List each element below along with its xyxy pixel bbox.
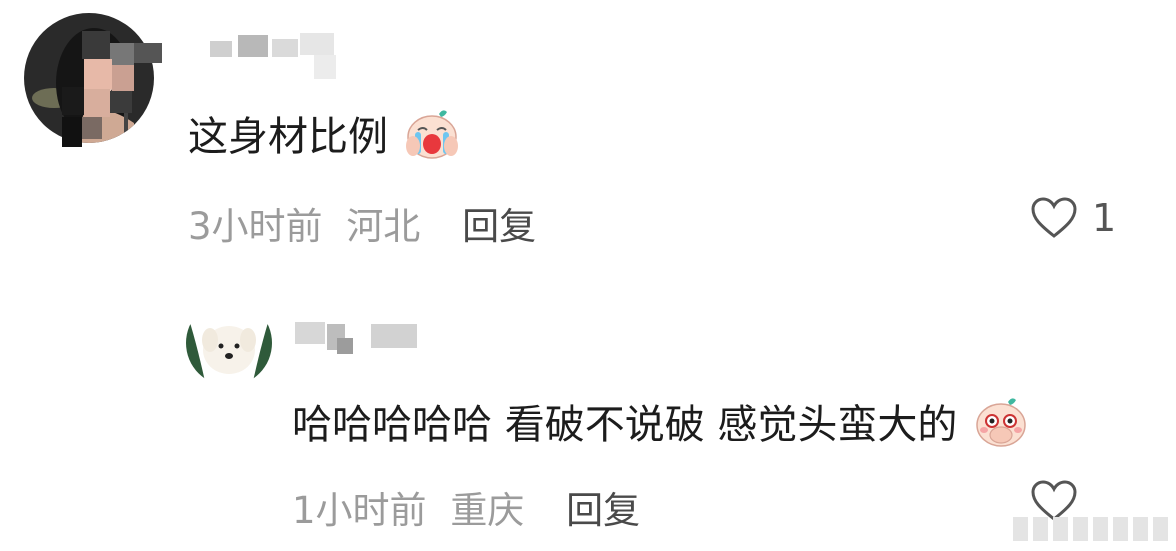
crying-laughing-peach-emoji [405, 108, 459, 170]
heart-outline-icon [1031, 197, 1077, 238]
username-blurred[interactable] [295, 312, 425, 362]
comment-text[interactable]: 哈哈哈哈哈 看破不说破 感觉头蛮大的 [292, 392, 1028, 458]
like-button[interactable] [1030, 480, 1092, 522]
username-blurred[interactable] [210, 33, 340, 83]
avatar[interactable] [186, 300, 272, 386]
comment-time: 1小时前 [292, 489, 427, 532]
face-mosaic [62, 25, 167, 147]
comment-location: 重庆 [450, 489, 525, 532]
comment-meta: 1小时前 重庆 回复 [292, 480, 640, 534]
comment-location: 河北 [346, 205, 421, 248]
comment-text-content: 这身材比例 [188, 114, 388, 160]
comment-meta: 3小时前 河北 回复 [188, 196, 536, 250]
comment-text-content: 哈哈哈哈哈 看破不说破 感觉头蛮大的 [292, 402, 958, 448]
comment-text[interactable]: 这身材比例 [188, 104, 459, 170]
watermark [1013, 517, 1168, 541]
covering-mouth-peach-emoji [974, 396, 1028, 458]
reply-button[interactable]: 回复 [462, 205, 536, 248]
like-count: 1 [1092, 196, 1117, 240]
comment-time: 3小时前 [188, 205, 323, 248]
reply-button[interactable]: 回复 [566, 489, 640, 532]
heart-outline-icon [1031, 480, 1077, 521]
like-button[interactable]: 1 [1030, 196, 1116, 240]
